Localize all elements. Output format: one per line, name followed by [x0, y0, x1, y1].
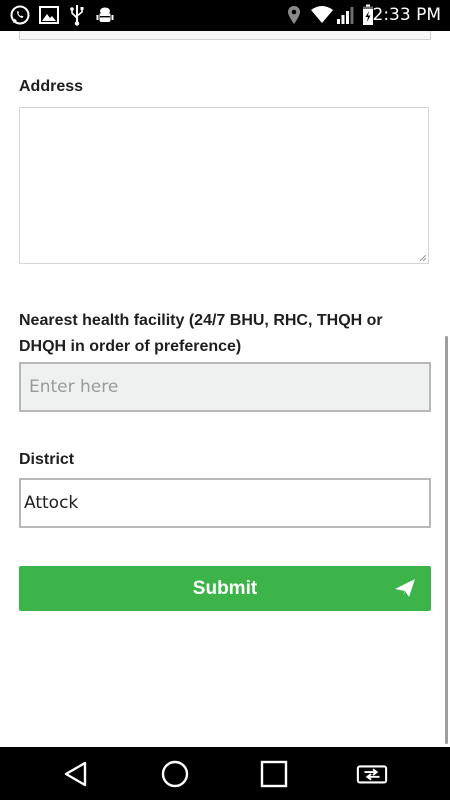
whatsapp-icon [9, 4, 31, 26]
status-bar: 2:33 PM [0, 0, 450, 31]
submit-label: Submit [192, 577, 258, 599]
signal-icon [336, 4, 356, 26]
address-label: Address [19, 78, 84, 95]
home-icon[interactable] [159, 758, 191, 790]
android-debug-icon [96, 4, 114, 26]
district-input[interactable]: Attock [19, 478, 431, 528]
back-icon[interactable] [60, 758, 92, 790]
switch-app-icon[interactable] [356, 758, 388, 790]
status-time: 2:33 PM [372, 5, 442, 25]
gallery-icon [39, 4, 59, 26]
send-icon [395, 579, 415, 597]
location-icon [287, 4, 301, 26]
recents-icon[interactable] [258, 758, 290, 790]
form-scroll-area[interactable]: Address Nearest health facility (24/7 BH… [0, 31, 450, 747]
submit-button[interactable]: Submit [19, 566, 431, 611]
facility-label: Nearest health facility (24/7 BHU, RHC, … [19, 312, 383, 355]
address-textarea[interactable] [19, 107, 429, 264]
usb-icon [70, 4, 84, 26]
previous-field[interactable] [19, 31, 431, 40]
facility-input[interactable]: Enter here [19, 362, 431, 412]
navigation-bar [0, 747, 450, 800]
wifi-icon [310, 4, 334, 26]
district-label: District [19, 451, 75, 468]
scrollbar[interactable] [445, 336, 448, 744]
resize-grip-icon[interactable] [420, 255, 426, 261]
